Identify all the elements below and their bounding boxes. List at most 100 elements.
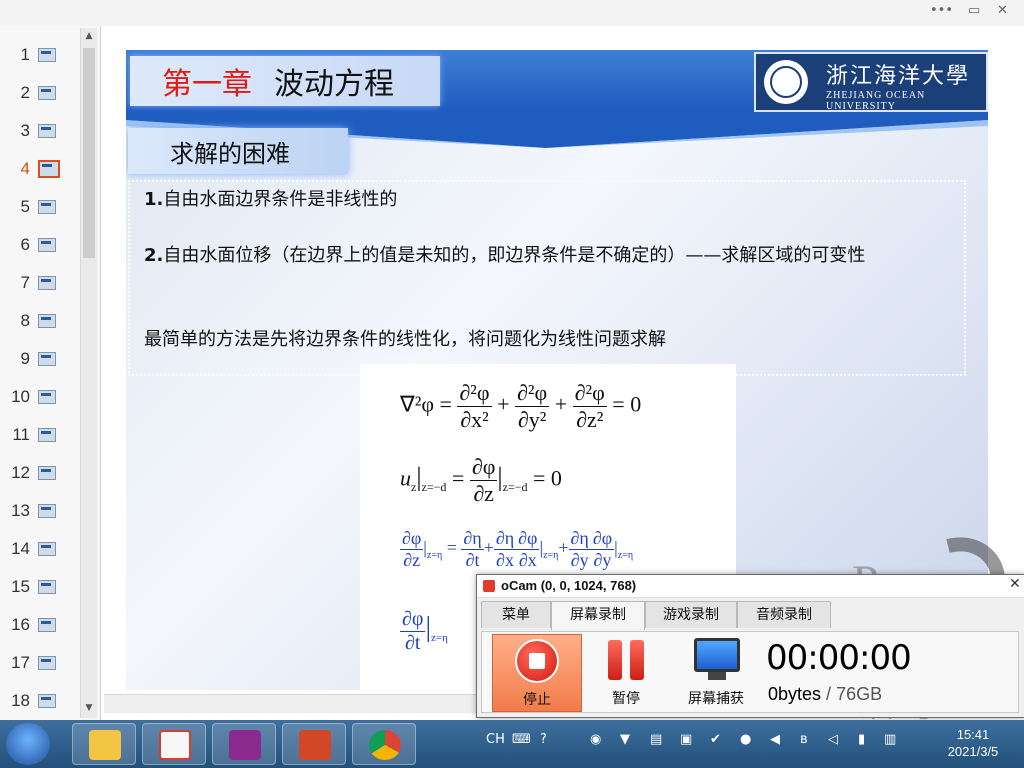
taskbar-file-explorer[interactable] bbox=[72, 723, 136, 765]
slide-thumbnail[interactable]: 12 bbox=[0, 454, 80, 492]
slide-thumbnail-image-icon bbox=[38, 238, 56, 252]
scroll-up-arrow-icon[interactable]: ▲ bbox=[81, 28, 97, 44]
device-icon[interactable]: ▤ bbox=[650, 732, 662, 747]
f2-num: ∂φ bbox=[469, 454, 498, 481]
f4-frac: ∂φ ∂t bbox=[400, 608, 426, 655]
size-separator: / bbox=[821, 684, 837, 704]
slide-thumbnail-number: 14 bbox=[11, 539, 30, 558]
stop-button[interactable]: 停止 bbox=[492, 634, 582, 712]
taskbar-powerpoint[interactable] bbox=[282, 723, 346, 765]
pause-icon bbox=[608, 640, 648, 680]
chapter-title: 波动方程 bbox=[274, 67, 394, 102]
slide-thumbnail-number: 7 bbox=[20, 273, 30, 292]
slide-thumbnail[interactable]: 1 bbox=[0, 36, 80, 74]
f3-num5: ∂η bbox=[568, 528, 591, 550]
clock-date: 2021/3/5 bbox=[947, 744, 999, 759]
f3-frac1: ∂φ ∂z bbox=[400, 528, 424, 571]
slide-thumbnail-number: 2 bbox=[20, 83, 30, 102]
f1-t2-num: ∂²φ bbox=[515, 380, 550, 407]
university-logo: 浙江海洋大學 ZHEJIANG OCEAN UNIVERSITY bbox=[754, 52, 988, 112]
slide-thumbnail[interactable]: 8 bbox=[0, 302, 80, 340]
nvidia-icon[interactable]: ▣ bbox=[680, 732, 692, 747]
ocam-titlebar[interactable]: oCam (0, 0, 1024, 768) ✕ bbox=[477, 575, 1024, 598]
slide-thumbnail-image-icon bbox=[38, 618, 56, 632]
slide-thumbnail-image-icon bbox=[38, 504, 56, 518]
help-icon[interactable]: ? bbox=[540, 732, 547, 747]
taskbar-clock[interactable]: 15:41 2021/3/5 bbox=[928, 726, 1018, 760]
f1-t1-num: ∂²φ bbox=[457, 380, 492, 407]
slide-thumbnail[interactable]: 15 bbox=[0, 568, 80, 606]
input-language-indicator[interactable]: CH bbox=[486, 732, 505, 747]
taskbar-ocam[interactable] bbox=[142, 723, 206, 765]
slide-thumbnail[interactable]: 6 bbox=[0, 226, 80, 264]
bluetooth-icon[interactable]: ʙ bbox=[800, 732, 808, 747]
text-content-box[interactable]: 1.自由水面边界条件是非线性的 2.自由水面位移（在边界上的值是未知的，即边界条… bbox=[128, 180, 966, 376]
paragraph-1-number: 1. bbox=[144, 189, 164, 210]
scroll-down-arrow-icon[interactable]: ▼ bbox=[81, 700, 97, 716]
slide-thumbnail[interactable]: 4 bbox=[0, 150, 80, 188]
paragraph-2: 2.自由水面位移（在边界上的值是未知的，即边界条件是不确定的）——求解区域的可变… bbox=[144, 242, 964, 270]
ocam-title: oCam (0, 0, 1024, 768) bbox=[501, 578, 637, 593]
slide-thumbnail-image-icon bbox=[38, 656, 56, 670]
slide-thumbnail[interactable]: 17 bbox=[0, 644, 80, 682]
network-icon[interactable]: ▥ bbox=[884, 732, 896, 747]
start-button-windows-icon[interactable] bbox=[6, 723, 50, 765]
pause-button[interactable]: 暂停 bbox=[582, 634, 670, 710]
slide-thumbnail[interactable]: 11 bbox=[0, 416, 80, 454]
slide-thumbnail[interactable]: 3 bbox=[0, 112, 80, 150]
slide-thumbnail[interactable]: 14 bbox=[0, 530, 80, 568]
keyboard-icon[interactable]: ⌨ bbox=[512, 732, 531, 747]
display-icon[interactable]: ▮ bbox=[858, 732, 865, 747]
thumbnail-scrollbar[interactable]: ▲ ▼ bbox=[80, 28, 97, 718]
taskbar-chrome[interactable] bbox=[352, 723, 416, 765]
slide-thumbnail-number: 6 bbox=[20, 235, 30, 254]
camera-icon[interactable]: ● bbox=[740, 732, 751, 747]
slide-thumbnail[interactable]: 16 bbox=[0, 606, 80, 644]
slide-thumbnail-number: 16 bbox=[11, 615, 30, 634]
slide-thumbnail-image-icon bbox=[38, 352, 56, 366]
slide-thumbnail-image-icon bbox=[38, 466, 56, 480]
tab-audio-record[interactable]: 音频录制 bbox=[737, 601, 831, 628]
record-indicator-icon[interactable]: ◉ bbox=[590, 732, 601, 747]
taskbar: CH ⌨ ? ◉ ▼ ▤ ▣ ✔ ● ◀ ʙ ◁ ▮ ▥ 15:41 2021/… bbox=[0, 720, 1024, 768]
slide-thumbnail-image-icon bbox=[38, 542, 56, 556]
university-seal-icon bbox=[764, 60, 808, 104]
slide-thumbnail[interactable]: 9 bbox=[0, 340, 80, 378]
formula-dynamic: ∂φ ∂t |z=η bbox=[400, 608, 448, 655]
slide-thumbnail-number: 3 bbox=[20, 121, 30, 140]
more-options-button[interactable]: ••• bbox=[930, 3, 953, 18]
shield-icon[interactable]: ▼ bbox=[620, 732, 630, 747]
f3-bar3: z=η bbox=[617, 550, 634, 562]
f3-den1: ∂z bbox=[403, 550, 421, 570]
ocam-window[interactable]: oCam (0, 0, 1024, 768) ✕ 菜单 屏幕录制 游戏录制 音频… bbox=[476, 574, 1024, 718]
slide-thumbnail-image-icon bbox=[38, 314, 56, 328]
f3-den3: ∂x bbox=[496, 550, 514, 570]
close-button[interactable]: ✕ bbox=[997, 3, 1008, 18]
screen-capture-label: 屏幕捕获 bbox=[688, 691, 744, 707]
slide-thumbnail[interactable]: 5 bbox=[0, 188, 80, 226]
slide-thumbnail[interactable]: 13 bbox=[0, 492, 80, 530]
screen-capture-button[interactable]: 屏幕捕获 bbox=[672, 634, 760, 710]
taskbar-pdf-reader[interactable] bbox=[212, 723, 276, 765]
slide-thumbnail[interactable]: 18 bbox=[0, 682, 80, 720]
volume-icon[interactable]: ◁ bbox=[828, 732, 838, 747]
monitor-icon bbox=[694, 638, 740, 672]
f3-num4: ∂φ bbox=[516, 528, 540, 550]
ocam-close-icon[interactable]: ✕ bbox=[1009, 576, 1021, 592]
chapter-title-box: 第一章 波动方程 bbox=[130, 56, 440, 106]
tab-menu[interactable]: 菜单 bbox=[481, 601, 551, 628]
tab-game-record[interactable]: 游戏录制 bbox=[645, 601, 737, 628]
f2-frac: ∂φ ∂z bbox=[469, 454, 498, 507]
formula-laplace: ∇²φ = ∂²φ ∂x² + ∂²φ ∂y² + ∂²φ ∂z² = 0 bbox=[400, 380, 642, 432]
tab-screen-record[interactable]: 屏幕录制 bbox=[551, 601, 645, 630]
scrollbar-thumb[interactable] bbox=[83, 48, 95, 258]
restore-button[interactable]: ▭ bbox=[968, 3, 980, 18]
slide-thumbnail[interactable]: 10 bbox=[0, 378, 80, 416]
slide-thumbnail[interactable]: 7 bbox=[0, 264, 80, 302]
slide-thumbnail-number: 11 bbox=[12, 425, 30, 444]
f3-frac3: ∂η ∂x bbox=[493, 528, 517, 571]
speaker-icon[interactable]: ◀ bbox=[770, 732, 780, 747]
slide-thumbnail[interactable]: 2 bbox=[0, 74, 80, 112]
pause-label: 暂停 bbox=[612, 691, 640, 707]
security-check-icon[interactable]: ✔ bbox=[710, 732, 721, 747]
